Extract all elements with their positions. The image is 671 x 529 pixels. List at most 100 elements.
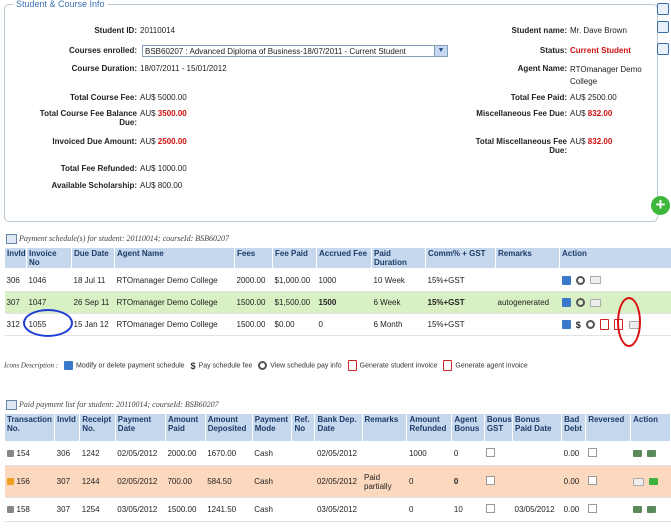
student-id-label: Student ID:: [94, 26, 137, 35]
bonus-gst-checkbox[interactable]: [486, 448, 496, 457]
cell-fees: 2000.00: [234, 268, 273, 292]
col-header: InvId: [54, 413, 81, 442]
cell-agent-bonus: 10: [451, 497, 485, 522]
cell-amount-paid: 2000.00: [165, 441, 206, 466]
mail-icon[interactable]: [589, 276, 601, 285]
misc-fee-due-label: Miscellaneous Fee Due:: [476, 109, 567, 118]
cell-payment-mode: Cash: [252, 441, 292, 466]
col-header: Agent Name: [114, 247, 235, 269]
cell-receipt: 1242: [79, 441, 116, 466]
total-course-fee-value: AU$ 5000.00: [140, 93, 187, 102]
reversed-checkbox[interactable]: [587, 448, 597, 457]
col-header: Payment Date: [114, 413, 166, 442]
cell-bonus-gst: [484, 441, 513, 466]
bonus-gst-checkbox[interactable]: [486, 476, 496, 485]
cell-remarks: [495, 313, 560, 336]
bonus-gst-checkbox[interactable]: [486, 504, 496, 513]
col-header: Paid Duration: [371, 247, 426, 269]
side-panel-button-2[interactable]: [657, 21, 669, 33]
reversed-checkbox[interactable]: [587, 476, 597, 485]
cell-agent-bonus: 0: [451, 441, 485, 466]
receipt-icon[interactable]: [646, 450, 656, 458]
cell-transaction: 158: [4, 497, 55, 522]
col-header: Remarks: [495, 247, 560, 269]
icons-description: Icons Description : Modify or delete pay…: [4, 360, 528, 371]
cell-ref-no: [291, 497, 315, 522]
side-panel-button-3[interactable]: [657, 43, 669, 55]
search-icon[interactable]: [575, 298, 585, 308]
section-title: Student & Course Info: [13, 0, 108, 9]
scholarship-label: Available Scholarship:: [51, 181, 137, 190]
money-icon[interactable]: [632, 450, 642, 458]
cell-accrued-fee: 1000: [316, 268, 372, 292]
add-plus-icon[interactable]: +: [651, 196, 670, 215]
mail-icon[interactable]: [589, 298, 601, 307]
col-header: Accrued Fee: [316, 247, 372, 269]
cell-actions: $: [559, 313, 671, 336]
cell-due-date: 18 Jul 11: [71, 268, 115, 292]
cell-actions: [630, 441, 671, 466]
col-header: Due Date: [71, 247, 115, 269]
cell-paid-duration: 6 Week: [371, 291, 426, 314]
student-invoice-icon: [347, 360, 357, 371]
cell-amount-refunded: 1000: [406, 441, 452, 466]
cell-bonus-gst: [484, 497, 513, 522]
edit-icon[interactable]: [561, 298, 571, 308]
col-header: Action: [630, 413, 671, 442]
cell-remarks: [495, 268, 560, 292]
schedule-header-row: InvId Invoice No Due Date Agent Name Fee…: [4, 247, 671, 269]
search-icon[interactable]: [585, 320, 595, 329]
side-panel-button-1[interactable]: [657, 3, 669, 15]
cell-payment-mode: Cash: [252, 465, 292, 498]
edit-icon[interactable]: [561, 275, 571, 285]
paid-header-row: Transaction No. InvId Receipt No. Payment D…: [3, 413, 671, 442]
table-row: 307 1047 26 Sep 11 RTOmanager Demo Colle…: [4, 291, 671, 314]
cell-accrued-fee: 0: [316, 313, 372, 336]
table-row: 306 1046 18 Jul 11 RTOmanager Demo Colle…: [4, 268, 671, 292]
cell-actions: [559, 291, 671, 314]
cell-remarks: autogenerated: [495, 291, 560, 314]
paid-section-icon: [6, 400, 17, 410]
col-header: Amount Refunded: [406, 413, 453, 442]
col-header: Bonus Paid Date: [512, 413, 563, 442]
cell-fees: 1500.00: [234, 313, 273, 336]
courses-enrolled-select[interactable]: BSB60207 : Advanced Diploma of Business-…: [142, 45, 448, 57]
cell-invoice-no: 1046: [26, 268, 72, 292]
cell-actions: [559, 268, 671, 292]
highlight-circle-red: [617, 297, 641, 347]
search-icon[interactable]: [575, 275, 585, 285]
cell-paid-duration: 10 Week: [371, 268, 426, 292]
money-icon[interactable]: [632, 506, 642, 514]
cell-bonus-paid-date: 03/05/2012: [512, 497, 562, 522]
payment-schedule-table: InvId Invoice No Due Date Agent Name Fee…: [4, 247, 671, 336]
edit-icon[interactable]: [561, 320, 571, 329]
cell-receipt: 1254: [79, 497, 116, 522]
cell-amount-deposited: 584.50: [205, 465, 253, 498]
cell-agent-name: RTOmanager Demo College: [114, 291, 235, 314]
cell-invid: 306: [4, 268, 27, 292]
agent-invoice-icon: [443, 360, 453, 371]
cell-receipt: 1244: [79, 465, 116, 498]
status-label: Status:: [539, 46, 567, 55]
cell-bad-debt: 0.00: [561, 441, 586, 466]
courses-enrolled-value: BSB60207 : Advanced Diploma of Business-…: [145, 47, 406, 56]
cell-invid: 307: [54, 497, 80, 522]
reversed-checkbox[interactable]: [587, 504, 597, 513]
fee-refunded-label: Total Fee Refunded:: [60, 164, 137, 173]
cell-due-date: 15 Jan 12: [71, 313, 115, 336]
cell-fee-paid: $0.00: [272, 313, 317, 336]
receipt-icon[interactable]: [646, 506, 656, 514]
col-header: Bank Dep. Date: [314, 413, 363, 442]
table-row: 158 307 1254 03/05/2012 1500.00 1241.50 …: [4, 497, 671, 522]
dollar-icon[interactable]: $: [576, 320, 581, 330]
flag-icon: [6, 506, 14, 514]
mail-icon[interactable]: [632, 477, 644, 486]
agent-name-label: Agent Name:: [517, 64, 567, 73]
cell-reversed: [585, 441, 631, 466]
arrow-left-icon[interactable]: [648, 478, 658, 486]
student-invoice-icon[interactable]: [600, 319, 610, 330]
col-header: Comm% + GST: [425, 247, 496, 269]
agent-name-value: RTOmanager Demo College: [570, 65, 642, 86]
cell-remarks: Paid partially: [362, 465, 407, 498]
edit-icon: [64, 361, 73, 370]
